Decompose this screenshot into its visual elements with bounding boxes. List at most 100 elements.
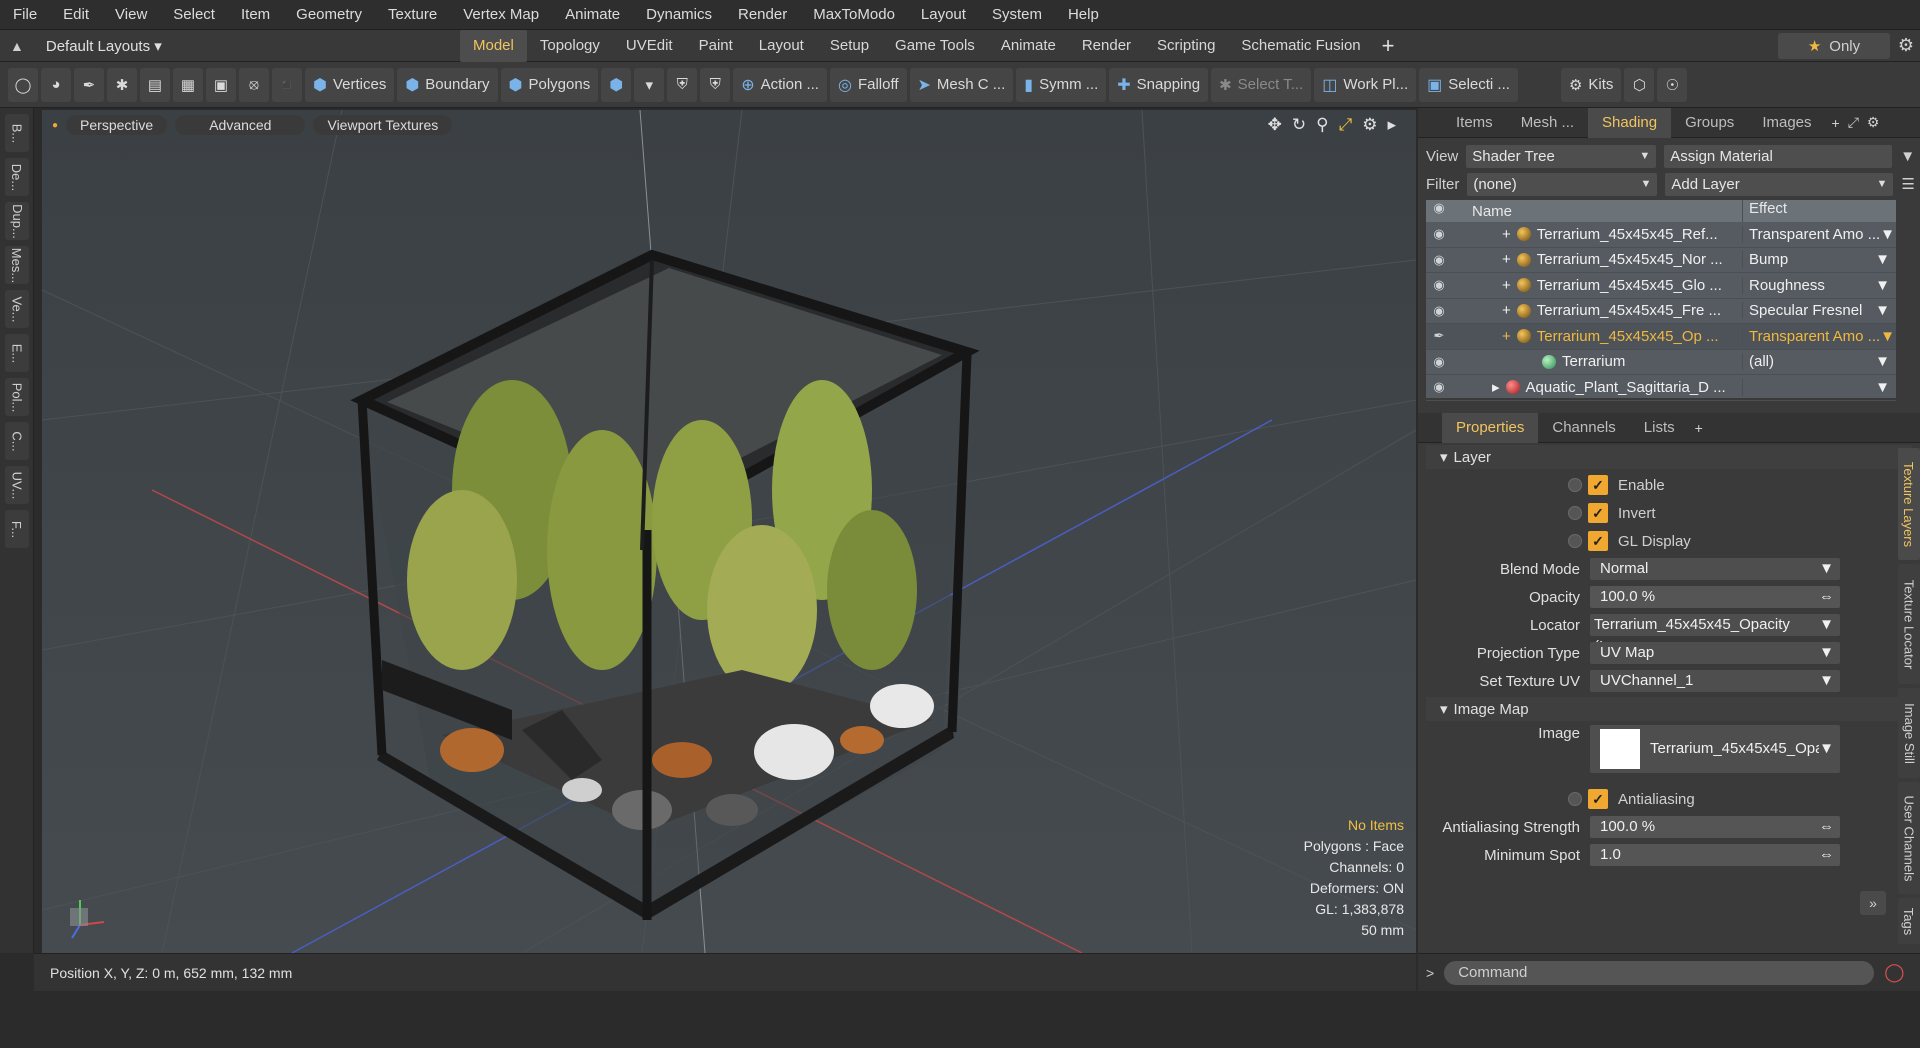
list-options-icon[interactable]: ☰ xyxy=(1901,175,1914,193)
shield-icon[interactable]: ⛨ xyxy=(667,67,698,102)
boundary-button[interactable]: ⬢ Boundary xyxy=(397,67,498,102)
left-tab-uv[interactable]: UV... xyxy=(5,466,29,504)
locator-dropdown[interactable]: Terrarium_45x45x45_Opacity (Ima ...▼ xyxy=(1590,614,1840,655)
tab-setup[interactable]: Setup xyxy=(817,30,882,62)
chevron-down-icon[interactable]: ▾ xyxy=(634,67,665,102)
layout-selector[interactable]: ▲ Default Layouts ▾ xyxy=(0,30,460,62)
view-dropdown[interactable]: Shader Tree ▼ xyxy=(1466,144,1657,168)
brush-icon[interactable]: ✒ xyxy=(1426,328,1452,344)
menu-texture[interactable]: Texture xyxy=(375,0,450,30)
tab-images[interactable]: Images xyxy=(1748,108,1825,138)
3d-viewport[interactable]: ● Perspective Advanced Viewport Textures… xyxy=(42,110,1416,953)
viewport-more-icon[interactable]: ▸ xyxy=(1387,115,1396,135)
chevron-down-icon[interactable]: ▼ xyxy=(1875,251,1890,268)
mesh-constraint-button[interactable]: ➤ Mesh C ... xyxy=(909,67,1014,102)
left-tab-edge[interactable]: E... xyxy=(5,334,29,372)
assign-material-button[interactable]: Assign Material xyxy=(1664,144,1893,168)
chevron-down-icon[interactable]: ▼ xyxy=(1880,328,1895,345)
side-tab-user-channels[interactable]: User Channels xyxy=(1898,782,1920,894)
polygons-button[interactable]: ⬢ Polygons xyxy=(500,67,599,102)
menu-help[interactable]: Help xyxy=(1055,0,1112,30)
left-tab-deform[interactable]: De... xyxy=(5,158,29,196)
eye-icon[interactable]: ◉ xyxy=(1426,252,1452,268)
work-plane-button[interactable]: ◫ Work Pl... xyxy=(1314,67,1417,102)
gl-display-checkbox[interactable]: ✓ xyxy=(1588,531,1608,551)
expand-plus-icon[interactable]: + xyxy=(1502,302,1511,319)
expand-plus-icon[interactable]: + xyxy=(1502,328,1511,345)
side-tab-tags[interactable]: Tags xyxy=(1898,898,1920,944)
circle-select-icon[interactable]: ◯ xyxy=(8,67,38,102)
command-input[interactable]: Command xyxy=(1444,960,1875,985)
menu-edit[interactable]: Edit xyxy=(50,0,102,30)
stack-icon[interactable]: ▤ xyxy=(140,67,170,102)
antialiasing-checkbox[interactable]: ✓ xyxy=(1588,789,1608,809)
left-tab-curve[interactable]: C... xyxy=(5,422,29,460)
pen-icon[interactable]: ✒ xyxy=(74,67,104,102)
menu-geometry[interactable]: Geometry xyxy=(283,0,375,30)
slider-arrows-icon[interactable]: ⇔ xyxy=(1819,816,1834,838)
minimum-spot-field[interactable]: 1.0 ⇔ xyxy=(1590,844,1840,866)
lasso-icon[interactable]: ✱ xyxy=(107,67,137,102)
chevron-down-icon[interactable]: ▼ xyxy=(1875,302,1890,319)
unity-icon[interactable]: ⬡ xyxy=(1624,67,1655,102)
move-view-icon[interactable]: ✥ xyxy=(1268,115,1282,135)
eye-icon[interactable]: ◉ xyxy=(1426,277,1452,293)
tab-uvedit[interactable]: UVEdit xyxy=(613,30,686,62)
layer-section[interactable]: ▾ Layer xyxy=(1426,445,1912,469)
eye-icon[interactable]: ◉ xyxy=(1426,226,1452,242)
gear-icon[interactable]: ⚙ xyxy=(1898,35,1914,56)
chevron-down-icon[interactable]: ▼ xyxy=(1880,226,1895,243)
filter-funnel-icon[interactable]: ▼ xyxy=(1900,148,1915,165)
tab-shading[interactable]: Shading xyxy=(1588,107,1672,138)
menu-item[interactable]: Item xyxy=(228,0,283,30)
image-selector[interactable]: Terrarium_45x45x45_Opac... ▼ xyxy=(1590,725,1840,773)
side-tab-texture-layers[interactable]: Texture Layers xyxy=(1898,448,1920,560)
eye-icon[interactable]: ◉ xyxy=(1426,303,1452,319)
item-mode-icon[interactable]: ⬢ xyxy=(601,67,632,102)
add-layer-dropdown[interactable]: Add Layer ▼ xyxy=(1665,172,1894,196)
table-row[interactable]: ◉ + Terrarium_45x45x45_Nor ... Bump ▼ xyxy=(1426,248,1896,273)
invert-checkbox[interactable]: ✓ xyxy=(1588,503,1608,523)
snapping-button[interactable]: ✚ Snapping xyxy=(1109,67,1209,102)
blend-mode-dropdown[interactable]: Normal ▼ xyxy=(1590,558,1840,580)
action-center-button[interactable]: ⊕ Action ... xyxy=(733,67,827,102)
table-row[interactable]: ◉ + Terrarium_45x45x45_Glo ... Roughness ▼ xyxy=(1426,273,1896,299)
side-tab-texture-locator[interactable]: Texture Locator xyxy=(1898,564,1920,684)
panel-gear-icon[interactable]: ⚙ xyxy=(1867,114,1880,131)
slider-arrows-icon[interactable]: ⇔ xyxy=(1819,586,1834,608)
menu-animate[interactable]: Animate xyxy=(552,0,633,30)
gl-dot[interactable] xyxy=(1568,534,1582,548)
tab-mesh[interactable]: Mesh ... xyxy=(1507,108,1588,138)
symmetry-button[interactable]: ▮ Symm ... xyxy=(1016,67,1107,102)
zoom-view-icon[interactable]: ⚲ xyxy=(1316,115,1328,135)
layout-up-icon[interactable]: ▲ xyxy=(10,38,24,54)
tab-schematic-fusion[interactable]: Schematic Fusion xyxy=(1228,30,1373,62)
tab-groups[interactable]: Groups xyxy=(1671,108,1748,138)
tab-scripting[interactable]: Scripting xyxy=(1144,30,1228,62)
texture-uv-dropdown[interactable]: UVChannel_1 ▼ xyxy=(1590,670,1840,692)
rotate-view-icon[interactable]: ↻ xyxy=(1292,115,1306,135)
opacity-field[interactable]: 100.0 % ⇔ xyxy=(1590,586,1840,608)
tab-render[interactable]: Render xyxy=(1069,30,1144,62)
menu-system[interactable]: System xyxy=(979,0,1055,30)
tab-paint[interactable]: Paint xyxy=(686,30,746,62)
enable-checkbox[interactable]: ✓ xyxy=(1588,475,1608,495)
falloff-button[interactable]: ◎ Falloff xyxy=(829,67,907,102)
expand-plus-icon[interactable]: + xyxy=(1502,226,1511,243)
add-tab-icon[interactable]: + xyxy=(1382,33,1395,59)
globe-icon[interactable]: ◕ xyxy=(41,67,71,102)
menu-vertex-map[interactable]: Vertex Map xyxy=(450,0,552,30)
select-through-button[interactable]: ✱ Select T... xyxy=(1211,67,1312,102)
left-tab-mesh-edit[interactable]: Mes... xyxy=(5,246,29,284)
table-row[interactable]: ◉ + Terrarium_45x45x45_Ref... Transparent… xyxy=(1426,222,1896,248)
projection-dropdown[interactable]: UV Map ▼ xyxy=(1590,642,1840,664)
selection-sets-button[interactable]: ▣ Selecti ... xyxy=(1419,67,1518,102)
shield-alt-icon[interactable]: ⛨ xyxy=(700,67,731,102)
table-row[interactable]: ◉ ▸ Aquatic_Plant_Sagittaria_D ... ▼ xyxy=(1426,375,1896,401)
tab-model[interactable]: Model xyxy=(460,29,527,62)
more-button[interactable]: » xyxy=(1860,891,1886,915)
record-icon[interactable]: ◯ xyxy=(1884,962,1904,983)
tab-channels[interactable]: Channels xyxy=(1538,413,1629,443)
perspective-button[interactable]: Perspective xyxy=(66,115,168,135)
menu-maxtomodo[interactable]: MaxToModo xyxy=(800,0,908,30)
